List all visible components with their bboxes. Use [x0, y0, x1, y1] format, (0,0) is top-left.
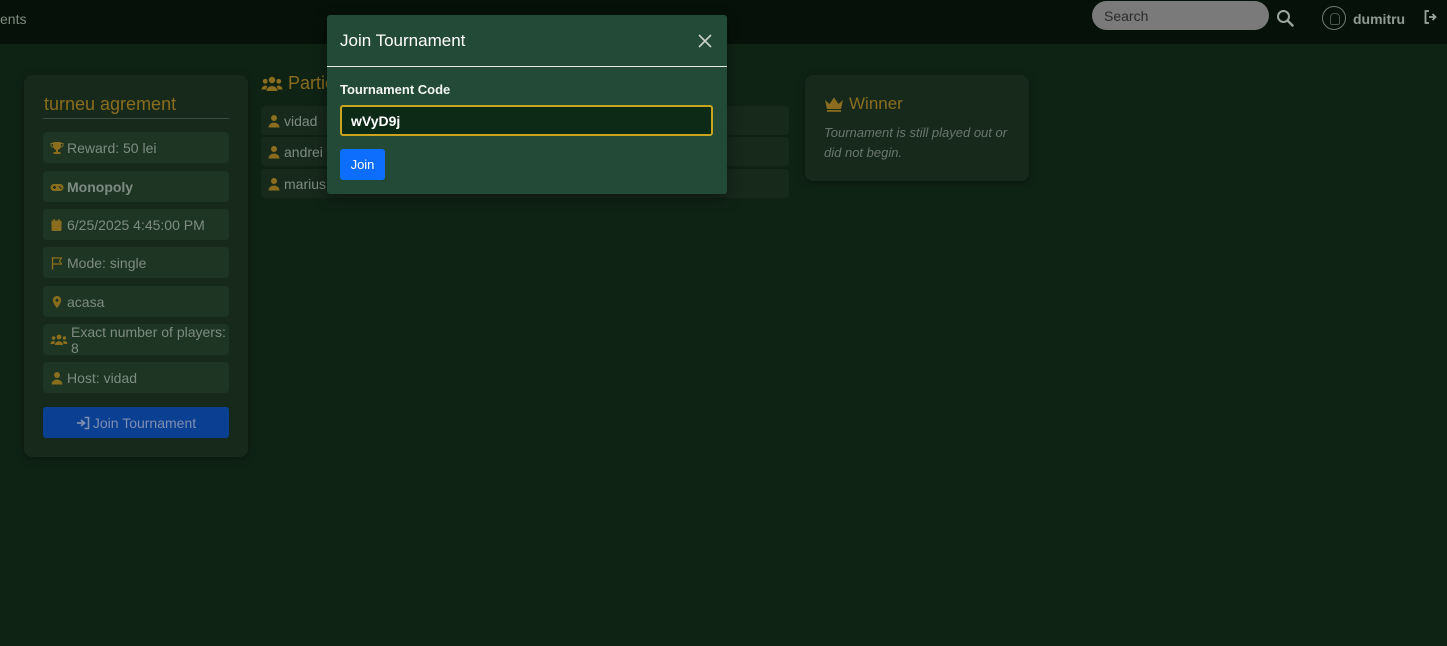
user-icon	[51, 371, 63, 384]
avatar[interactable]	[1322, 6, 1346, 30]
join-tournament-label: Join Tournament	[92, 414, 197, 431]
user-icon	[268, 145, 280, 158]
user-icon	[268, 177, 280, 190]
tournament-code-input[interactable]	[340, 105, 713, 136]
flag-icon	[51, 256, 63, 269]
username[interactable]: dumitru	[1353, 11, 1405, 27]
reward-text: Reward: 50 lei	[67, 139, 157, 156]
tournament-title: turneu agrement	[44, 94, 177, 114]
host-text: Host: vidad	[67, 369, 138, 386]
search-input[interactable]	[1092, 1, 1269, 30]
date-text: 6/25/2025 4:45:00 PM	[67, 216, 205, 233]
divider	[43, 118, 229, 119]
players-text: Exact number of players: 8	[71, 323, 226, 356]
players-item: Exact number of players: 8	[43, 323, 229, 356]
logout-icon[interactable]	[1423, 9, 1439, 25]
participant-name: marius	[284, 175, 327, 192]
location-item: acasa	[43, 286, 229, 317]
game-text: Monopoly	[67, 178, 134, 195]
crown-icon	[825, 97, 843, 112]
participant-name: andrei	[284, 143, 323, 160]
modal-divider	[327, 66, 727, 67]
search-icon[interactable]	[1276, 9, 1294, 27]
winner-title: Winner	[849, 94, 903, 113]
mode-text: Mode: single	[67, 254, 147, 271]
tournament-info-card: turneu agrement Reward: 50 lei Monopoly …	[24, 75, 248, 457]
location-text: acasa	[67, 293, 105, 310]
modal-title: Join Tournament	[340, 31, 466, 50]
trophy-icon	[50, 141, 64, 154]
close-icon[interactable]	[696, 32, 714, 50]
winner-card: Winner Tournament is still played out or…	[805, 75, 1029, 181]
join-tournament-modal: Join Tournament Tournament Code Join	[327, 15, 727, 194]
sign-in-icon	[76, 416, 90, 429]
users-icon	[50, 334, 68, 345]
nav-link-tournaments[interactable]: ents	[0, 11, 26, 27]
join-button[interactable]: Join	[340, 149, 385, 180]
calendar-icon	[51, 218, 62, 231]
location-pin-icon	[52, 295, 62, 308]
mode-item: Mode: single	[43, 247, 229, 278]
game-item: Monopoly	[43, 171, 229, 202]
user-icon	[268, 114, 280, 127]
winner-status: Tournament is still played out or did no…	[824, 125, 1008, 160]
host-item: Host: vidad	[43, 362, 229, 393]
join-tournament-button[interactable]: Join Tournament	[43, 407, 229, 438]
tournament-code-label: Tournament Code	[340, 82, 451, 97]
reward-item: Reward: 50 lei	[43, 132, 229, 163]
winner-header: Winner	[824, 94, 903, 114]
date-item: 6/25/2025 4:45:00 PM	[43, 209, 229, 240]
participant-name: vidad	[284, 112, 318, 129]
gamepad-icon	[50, 183, 64, 191]
users-icon	[261, 76, 283, 91]
participants-header: Partic	[261, 73, 334, 94]
